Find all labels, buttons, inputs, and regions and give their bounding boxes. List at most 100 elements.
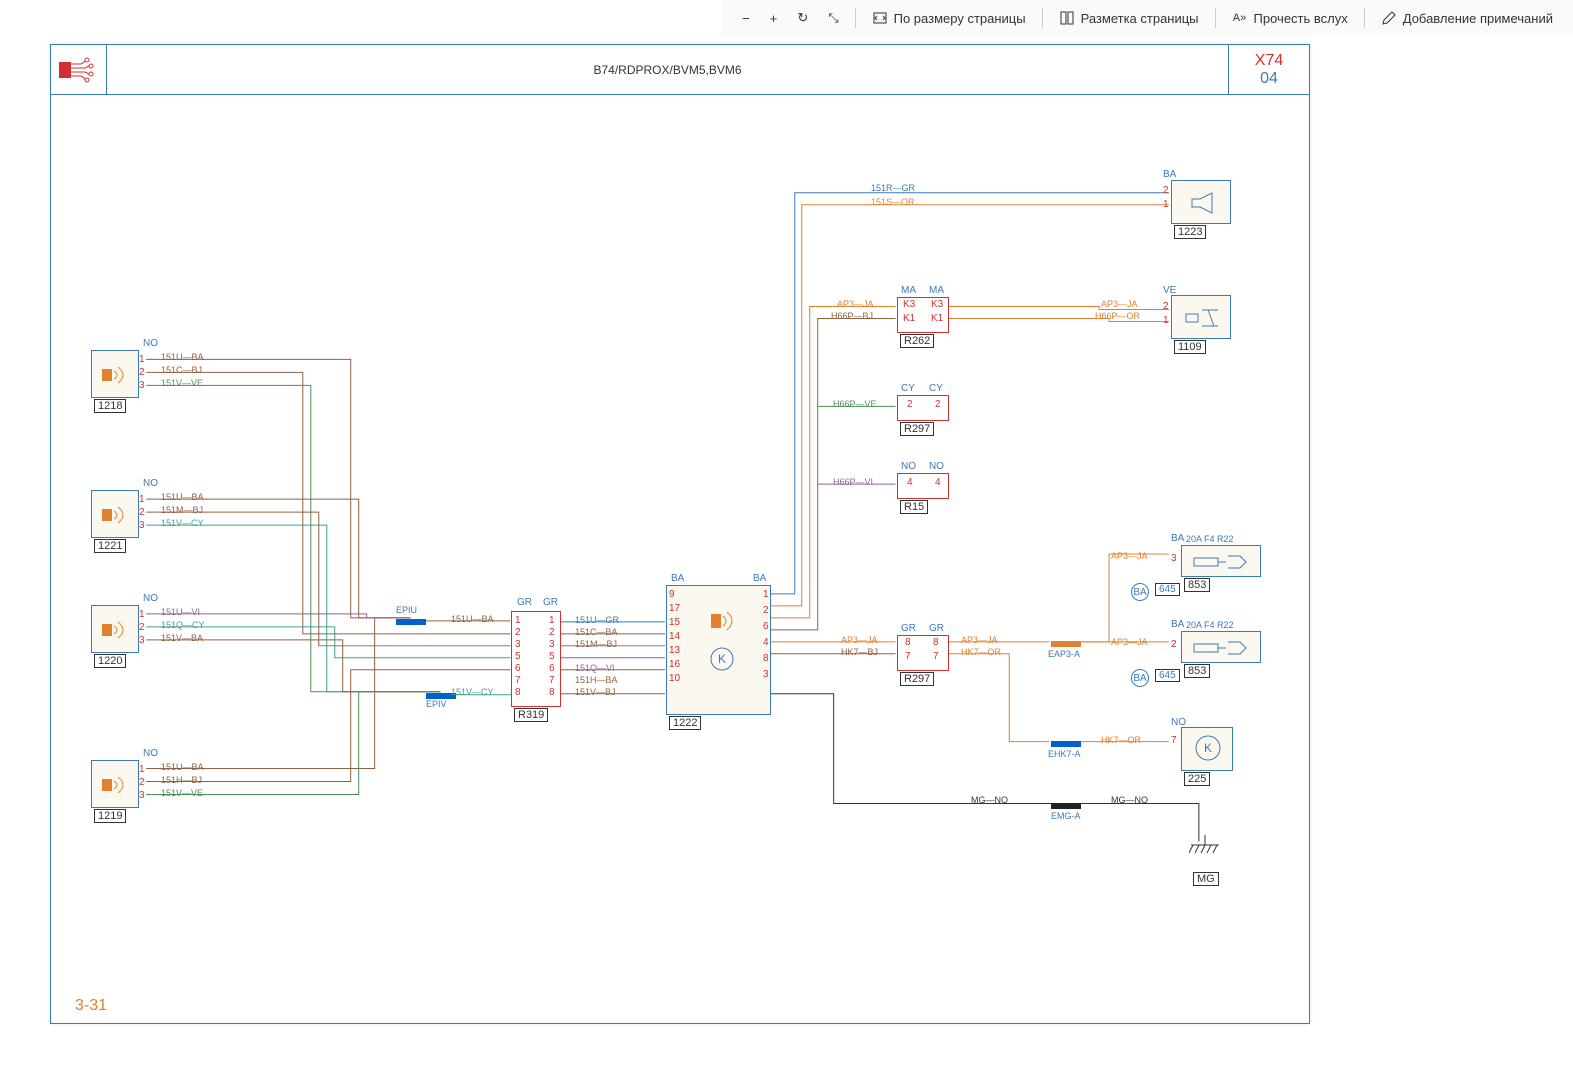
fuse_853a-badge: BA xyxy=(1131,583,1149,601)
wiring-diagram: 1218 NO 1 2 3 151U—BA 151C—BJ 151V—VE 1221 NO… xyxy=(51,95,1309,1023)
connector-r15: R15 xyxy=(897,473,949,499)
m1222-rpin-3: 3 xyxy=(763,669,769,680)
m1222-rpin-8: 8 xyxy=(763,653,769,664)
rotate-button[interactable]: ↻ xyxy=(789,6,816,30)
splice-eap3 xyxy=(1051,641,1081,647)
separator xyxy=(855,8,856,28)
read-aloud-icon: A» xyxy=(1232,10,1248,26)
m1222-rpin-1: 1 xyxy=(763,589,769,600)
r319-out-1: 151C—BA xyxy=(575,627,618,637)
page-layout-label: Разметка страницы xyxy=(1081,11,1199,26)
r297a-tl: CY xyxy=(901,383,915,394)
fit-page-button[interactable]: По размеру страницы xyxy=(864,6,1034,30)
m1222-lpin-15: 15 xyxy=(669,617,680,628)
r319-lpin-3: 3 xyxy=(515,639,521,650)
sensor-module-icon xyxy=(705,604,739,638)
sensor-1221-label: 1221 xyxy=(94,539,126,553)
circuit-logo-icon xyxy=(57,52,101,88)
sensor-1218-wire-2: 151V—VE xyxy=(161,378,203,388)
c1223-w1: 151S—OR xyxy=(871,197,915,207)
sensor-1219-term: NO xyxy=(143,748,158,759)
sensor-1218-label: 1218 xyxy=(94,399,126,413)
r319-out-5: 151V—BJ xyxy=(575,687,616,697)
splice-ehk7-label: EHK7-A xyxy=(1048,749,1081,759)
sensor-1220-term: NO xyxy=(143,593,158,604)
m1222-rpin-6: 6 xyxy=(763,621,769,632)
fuse_853a-wire: AP3—JA xyxy=(1111,551,1148,561)
r262-p1: K1 xyxy=(903,313,915,324)
component-225: K 225 xyxy=(1181,727,1233,771)
sensor-1221-wire-0: 151U—BA xyxy=(161,492,204,502)
fuse_853b-term: BA xyxy=(1171,619,1184,630)
c225-w: HK7—OR xyxy=(1101,735,1141,745)
ground-wire-l: MG—NO xyxy=(971,795,1008,805)
r262-tr: MA xyxy=(929,285,944,296)
splice-ehk7 xyxy=(1051,741,1081,747)
r15-pr: 4 xyxy=(935,477,941,488)
sensor-1221-term: NO xyxy=(143,478,158,489)
fuse_853b-wire: AP3—JA xyxy=(1111,637,1148,647)
splice-emg-label: EMG-A xyxy=(1051,811,1081,821)
fuse_853a-pin: 3 xyxy=(1171,553,1177,564)
zoom-out-button[interactable]: − xyxy=(734,7,758,30)
r262-p1r: K1 xyxy=(931,313,943,324)
r15-tl: NO xyxy=(901,461,916,472)
fit-width-button[interactable]: ⤡ xyxy=(820,6,846,30)
c1223-p1: 1 xyxy=(1163,199,1169,210)
fuse_853a-text: 20A F4 R22 xyxy=(1186,534,1234,544)
component-225-label: 225 xyxy=(1184,772,1210,786)
sensor-1219-pin-3: 3 xyxy=(139,790,145,801)
add-note-label: Добавление примечаний xyxy=(1403,11,1553,26)
r262-p0: K3 xyxy=(903,299,915,310)
code-main: X74 xyxy=(1255,52,1283,70)
sensor-1219-wire-1: 151H—BJ xyxy=(161,775,202,785)
sensor-1218-pin-3: 3 xyxy=(139,380,145,391)
fuse_853b-badge: BA xyxy=(1131,669,1149,687)
c1223-term: BA xyxy=(1163,169,1176,180)
c1109-term: VE xyxy=(1163,285,1176,296)
sensor-1218-term: NO xyxy=(143,338,158,349)
sensor-1220-wire-2: 151V—BA xyxy=(161,633,203,643)
r297a-p: 2 xyxy=(907,399,913,410)
add-note-button[interactable]: Добавление примечаний xyxy=(1373,6,1561,30)
m1222-lpin-17: 17 xyxy=(669,603,680,614)
svg-text:K: K xyxy=(718,652,726,666)
schematic-title: B74/RDPROX/BVM5,BVM6 xyxy=(107,45,1229,94)
svg-text:K: K xyxy=(1204,741,1212,755)
connector-r319-label: R319 xyxy=(514,708,548,722)
zoom-in-button[interactable]: + xyxy=(762,7,786,30)
r319-lpin-6: 6 xyxy=(515,663,521,674)
r262-p0r: K3 xyxy=(931,299,943,310)
separator xyxy=(1364,8,1365,28)
sensor-1218-wire-1: 151C—BJ xyxy=(161,365,202,375)
r319-out-3: 151Q—VI xyxy=(575,663,615,673)
m1222-lpin-14: 14 xyxy=(669,631,680,642)
pencil-icon xyxy=(1381,10,1397,26)
component-1223: 1223 xyxy=(1171,180,1231,224)
connector-r262-label: R262 xyxy=(900,334,934,348)
m1222-term-r: BA xyxy=(753,573,766,584)
component-1109-label: 1109 xyxy=(1174,340,1206,354)
r319-term-l: GR xyxy=(517,597,532,608)
page-number: 3-31 xyxy=(75,997,107,1015)
minus-icon: − xyxy=(742,11,750,26)
r297b-wr1: HK7—OR xyxy=(961,647,1001,657)
proximity-sensor-icon xyxy=(100,773,132,797)
k-icon: K xyxy=(1194,734,1222,762)
r319-rpin-3: 3 xyxy=(549,639,555,650)
r15-w: H66P—VI xyxy=(833,477,873,487)
r319-lpin-7: 7 xyxy=(515,675,521,686)
fuse_853a: 20A F4 R22 853 xyxy=(1181,545,1261,577)
m1222-rpin-2: 2 xyxy=(763,605,769,616)
proximity-sensor-icon xyxy=(100,503,132,527)
sensor-1221: 1221 xyxy=(91,490,139,538)
read-aloud-button[interactable]: A» Прочесть вслух xyxy=(1224,6,1356,30)
r319-wire-in: 151U—BA xyxy=(451,614,494,624)
c1109-p0: 2 xyxy=(1163,301,1169,312)
fuse_853a-badge2: 645 xyxy=(1155,583,1180,596)
connector-r297-a: R297 xyxy=(897,395,949,421)
schematic-code: X74 04 xyxy=(1229,45,1309,94)
r319-out-4: 151H—BA xyxy=(575,675,618,685)
fuse_853b-badge2: 645 xyxy=(1155,669,1180,682)
page-layout-button[interactable]: Разметка страницы xyxy=(1051,6,1207,30)
